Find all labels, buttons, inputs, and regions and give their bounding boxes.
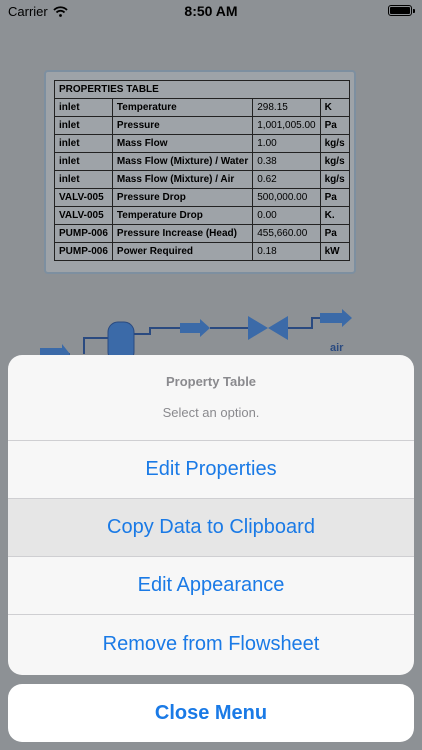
table-row: VALV-005 Temperature Drop 0.00 K. <box>54 206 350 225</box>
battery-icon <box>388 5 415 16</box>
row-property-cell: Temperature Drop <box>111 206 254 225</box>
row-property-cell: Pressure Increase (Head) <box>111 224 254 243</box>
row-value-cell: 0.38 <box>252 152 321 171</box>
row-unit-cell: kW <box>319 242 350 261</box>
table-row: VALV-005 Pressure Drop 500,000.00 Pa <box>54 188 350 207</box>
row-value-cell: 500,000.00 <box>252 188 321 207</box>
row-value-cell: 0.18 <box>252 242 321 261</box>
row-object-cell: inlet <box>54 116 113 135</box>
row-unit-cell: kg/s <box>319 170 350 189</box>
row-value-cell: 0.00 <box>252 206 321 225</box>
table-row: inlet Mass Flow 1.00 kg/s <box>54 134 350 153</box>
action-sheet-message: Select an option. <box>162 405 260 420</box>
action-sheet-header: Property Table Select an option. <box>8 355 414 441</box>
row-object-cell: inlet <box>54 152 113 171</box>
row-unit-cell: K. <box>319 206 350 225</box>
row-value-cell: 0.62 <box>252 170 321 189</box>
row-property-cell: Mass Flow <box>111 134 254 153</box>
valve-icon <box>248 316 268 340</box>
row-unit-cell: Pa <box>319 116 350 135</box>
table-row: PUMP-006 Power Required 0.18 kW <box>54 242 350 261</box>
properties-table-panel[interactable]: PROPERTIES TABLE inlet Temperature 298.15 K… <box>44 70 356 274</box>
copy-data-button[interactable]: Copy Data to Clipboard <box>8 499 414 557</box>
row-object-cell: inlet <box>54 134 113 153</box>
row-property-cell: Temperature <box>111 98 254 117</box>
row-property-cell: Pressure Drop <box>111 188 254 207</box>
row-object-cell: VALV-005 <box>54 206 113 225</box>
row-value-cell: 1.00 <box>252 134 321 153</box>
action-sheet: Property Table Select an option. Edit Pr… <box>8 355 414 675</box>
table-row: inlet Temperature 298.15 K <box>54 98 350 117</box>
table-row: PUMP-006 Pressure Increase (Head) 455,660.… <box>54 224 350 243</box>
row-value-cell: 455,660.00 <box>252 224 321 243</box>
row-property-cell: Mass Flow (Mixture) / Water <box>111 152 254 171</box>
valve-icon <box>268 316 288 340</box>
action-sheet-title: Property Table <box>165 374 257 389</box>
row-object-cell: VALV-005 <box>54 188 113 207</box>
stream-arrow-icon <box>320 309 352 327</box>
row-object-cell: PUMP-006 <box>54 242 113 261</box>
table-row: inlet Mass Flow (Mixture) / Water 0.38 kg/s <box>54 152 350 171</box>
close-menu-button[interactable]: Close Menu <box>8 684 414 742</box>
status-bar: Carrier 8:50 AM <box>0 0 422 24</box>
row-unit-cell: kg/s <box>319 134 350 153</box>
row-unit-cell: kg/s <box>319 152 350 171</box>
row-value-cell: 298.15 <box>252 98 321 117</box>
row-unit-cell: Pa <box>319 224 350 243</box>
row-value-cell: 1,001,005.00 <box>252 116 321 135</box>
status-time: 8:50 AM <box>184 3 238 19</box>
table-row: inlet Mass Flow (Mixture) / Air 0.62 kg/s <box>54 170 350 189</box>
stream-line <box>288 317 320 329</box>
row-unit-cell: K <box>319 98 350 117</box>
row-object-cell: inlet <box>54 170 113 189</box>
stream-line <box>83 337 110 354</box>
edit-properties-button[interactable]: Edit Properties <box>8 441 414 499</box>
stream-arrow-icon <box>180 319 210 337</box>
row-property-cell: Pressure <box>111 116 254 135</box>
row-object-cell: PUMP-006 <box>54 224 113 243</box>
row-unit-cell: Pa <box>319 188 350 207</box>
row-property-cell: Mass Flow (Mixture) / Air <box>111 170 254 189</box>
stream-line <box>134 327 180 335</box>
remove-from-flowsheet-button[interactable]: Remove from Flowsheet <box>8 615 414 673</box>
row-property-cell: Power Required <box>111 242 254 261</box>
stream-label: air <box>330 342 344 354</box>
row-object-cell: inlet <box>54 98 113 117</box>
table-row: inlet Pressure 1,001,005.00 Pa <box>54 116 350 135</box>
edit-appearance-button[interactable]: Edit Appearance <box>8 557 414 615</box>
properties-table-title: PROPERTIES TABLE <box>54 80 350 99</box>
properties-table: PROPERTIES TABLE inlet Temperature 298.15 K… <box>54 80 350 261</box>
